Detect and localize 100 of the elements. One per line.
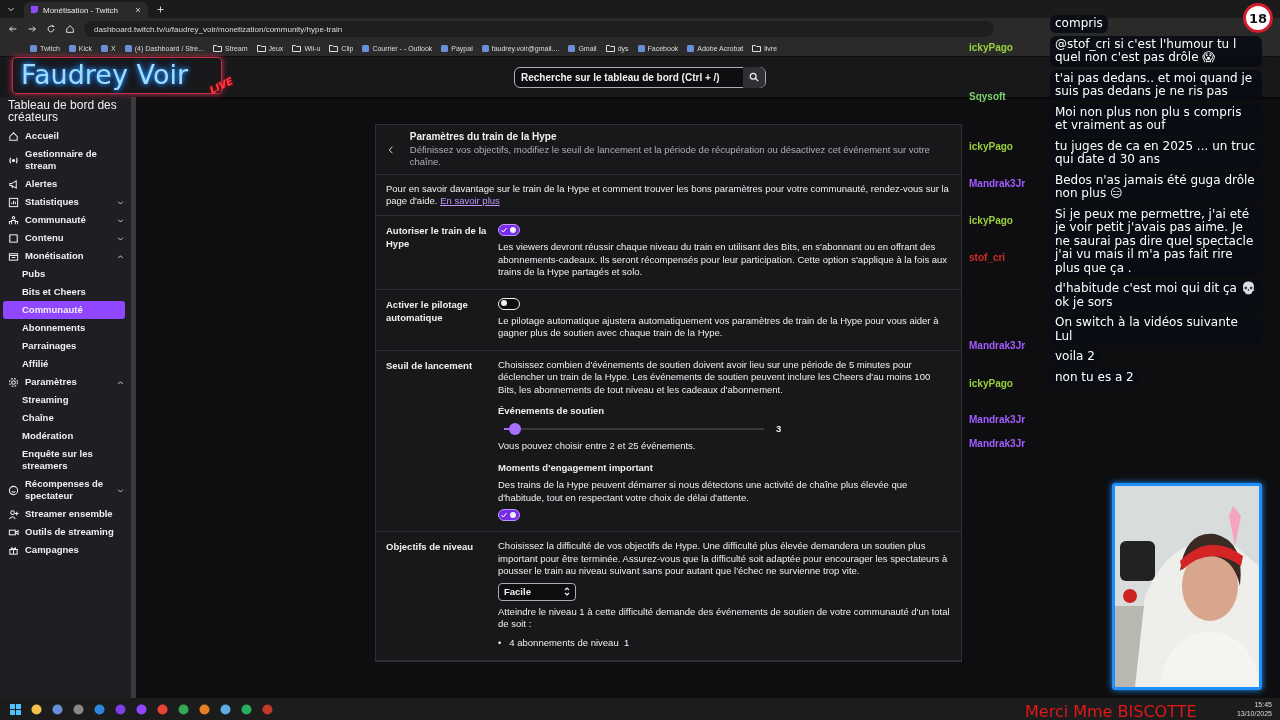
sidebar-subitem[interactable]: Modération — [0, 427, 131, 445]
chat-username: Mandrak3Jr — [969, 414, 1026, 425]
taskbar-icon[interactable] — [178, 703, 189, 715]
sidebar-item[interactable]: Contenu — [0, 229, 131, 247]
chat-username: stof_cri — [969, 252, 1006, 263]
description-text: Vous pouvez choisir entre 2 et 25 événements. — [498, 440, 697, 453]
back-icon — [8, 24, 18, 34]
sidebar-item[interactable]: Accueil — [0, 127, 131, 145]
chat-message: Moi non plus non plu s compris et vraiment as ouf — [1050, 103, 1262, 135]
gear-icon — [8, 376, 19, 388]
chat-username: ickyPago — [969, 141, 1013, 152]
browser-tab[interactable]: Monétisation - Twitch — [24, 2, 148, 18]
setting-label: Activer le pilotage automatique — [386, 297, 469, 325]
sidebar-subitem[interactable]: Enquête sur les streamers — [0, 445, 131, 475]
sidebar-item[interactable]: Statistiques — [0, 193, 131, 211]
sidebar-subitem[interactable]: Communauté — [3, 301, 125, 319]
home-icon — [65, 24, 75, 34]
sidebar-item[interactable]: Alertes — [0, 175, 131, 193]
ticker-text: Merci Mme BISCOTTE — [1025, 702, 1197, 720]
slider-value: 3 — [776, 422, 782, 435]
sidebar-subitem[interactable]: Parrainages — [0, 337, 131, 355]
favicon-icon — [68, 44, 76, 52]
search-button[interactable] — [743, 66, 765, 88]
gift-icon — [8, 544, 19, 556]
search-field[interactable]: Recherche sur le tableau de bord (Ctrl + /) — [514, 66, 766, 88]
forward-icon — [27, 24, 37, 34]
learn-more-link[interactable]: En savoir plus — [440, 195, 500, 206]
description-text: Le pilotage automatique ajustera automatiquement vos paramètres de train de la Hype pour vous aider à gagner plus de soutien avec chaque train de la Hype. — [498, 314, 940, 340]
taskbar-icon[interactable] — [31, 703, 42, 715]
megaphone-icon — [8, 178, 19, 190]
folder-icon — [605, 44, 615, 52]
chat-message: On switch à la vidéos suivante Lul — [1050, 314, 1262, 345]
page-subtitle: Définissez vos objectifs, modifiez le seuil de lancement et la période de récupération ou désactivez cet événement sur votre chaîne. — [409, 144, 931, 168]
sidebar-item[interactable]: Streamer ensemble — [0, 505, 131, 523]
setting-label: Objectifs de niveau — [386, 540, 475, 554]
live-tag: LIVE — [207, 75, 235, 96]
channel-logo: Faudrey Voir — [21, 59, 189, 91]
difficulty-select[interactable]: Facile — [498, 582, 576, 601]
favicon-icon — [637, 44, 645, 52]
chat-username: ickyPago — [969, 378, 1013, 389]
favicon-icon — [362, 44, 370, 52]
taskbar-icon[interactable] — [220, 703, 231, 715]
taskbar-icon[interactable] — [94, 703, 105, 715]
chat-message: voila 2 — [1050, 348, 1100, 366]
chat-message: Si je peux me permettre, j'ai eté je voir petit j'avais pas aime. Je ne saurai pas dire quel spectacle j'ai vu mais il m'a pas fait rire plus que ça . — [1050, 205, 1262, 277]
chat-username: Mandrak3Jr — [969, 178, 1026, 189]
chat-username: ickyPago — [969, 42, 1013, 53]
sidebar-item[interactable]: Campagnes — [0, 541, 131, 559]
favicon-icon — [441, 44, 449, 52]
taskbar-icon[interactable] — [199, 703, 210, 715]
taskbar-icon[interactable] — [73, 703, 84, 715]
person-plus-icon — [8, 508, 19, 520]
sidebar-subitem[interactable]: Abonnements — [0, 319, 131, 337]
back-icon — [386, 144, 396, 155]
folder-icon — [256, 44, 266, 52]
frame-icon — [8, 232, 19, 244]
info-text: Pour en savoir davantage sur le train de la Hype et comment trouver les bons paramètres pour votre communauté, rendez-vous sur la page d'aide. En savoir plus — [376, 175, 961, 216]
section-heading: Événements de soutien — [498, 405, 606, 418]
chat-username: Sqysoft — [969, 91, 1006, 102]
chevron-icon — [564, 587, 570, 596]
sidebar-item[interactable]: Outils de streaming — [0, 523, 131, 541]
taskbar-icon[interactable] — [157, 703, 168, 715]
sidebar-subitem[interactable]: Bits et Cheers — [0, 283, 131, 301]
sidebar-item[interactable]: Gestionnaire de stream — [0, 145, 131, 175]
start-icon[interactable] — [10, 703, 21, 715]
chat-message: non tu es a 2 — [1050, 368, 1139, 386]
sidebar-subitem[interactable]: Affilié — [0, 355, 131, 373]
setting-label: Seuil de lancement — [386, 358, 474, 373]
chat-message: tu juges de ca en 2025 ... un truc qui date d 30 ans — [1050, 137, 1262, 169]
close-icon — [134, 6, 142, 14]
favicon-icon — [124, 44, 132, 52]
reload-icon — [46, 24, 56, 34]
chat-message: Bedos n'as jamais été guga drôle non plus 😑 — [1050, 171, 1262, 203]
description-text: Des trains de la Hype peuvent démarrer si nous détectons une activité de chaîne plus élevée que d'habitude, tout en respectant votre choix de délai d'attente. — [498, 479, 909, 504]
sidebar-title: Tableau de bord des créateurs — [7, 99, 118, 126]
favicon-icon — [101, 44, 109, 52]
description-text: Atteindre le niveau 1 à cette difficulté demande des événements de soutien de votre communauté d'un total de soit : — [498, 605, 951, 631]
page-title: Paramètres du train de la Hype — [409, 131, 558, 142]
taskbar-icon[interactable] — [52, 703, 63, 715]
description-text: Les viewers devront réussir chaque niveau du train en utilisant des Bits, en s'abonnant ou en offrant des abonnements-cadeaux. Ils seront récompensés pour leur participation. Cette option s'applique à la fois aux trains de la Hype partagés et solo. — [498, 241, 949, 279]
favicon-icon — [481, 44, 489, 52]
sidebar-item[interactable]: Communauté — [0, 211, 131, 229]
sidebar-subitem[interactable]: Chaîne — [0, 409, 131, 427]
chart-icon — [8, 196, 19, 208]
favicon-icon — [30, 44, 37, 52]
folder-icon — [752, 44, 762, 52]
sidebar-subitem[interactable]: Streaming — [0, 391, 131, 409]
toggle-switch[interactable] — [498, 224, 520, 236]
sidebar-item[interactable]: Monétisation — [0, 247, 131, 265]
setting-label: Autoriser le train de la Hype — [386, 224, 488, 251]
sidebar-item[interactable]: Paramètres — [0, 373, 131, 391]
section-heading: Moments d'engagement important — [498, 461, 654, 474]
address-bar[interactable]: dashboard.twitch.tv/u/faudrey_voir/monetization/community/hype-train — [84, 21, 994, 37]
search-icon — [749, 72, 759, 82]
toggle-switch[interactable] — [498, 509, 520, 521]
taskbar-icon[interactable] — [241, 703, 252, 715]
sidebar-subitem[interactable]: Pubs — [0, 265, 131, 283]
favicon-icon — [568, 44, 576, 52]
sidebar-item[interactable]: Récompenses de spectateur — [0, 475, 131, 505]
chat-message: compris — [1050, 15, 1108, 33]
